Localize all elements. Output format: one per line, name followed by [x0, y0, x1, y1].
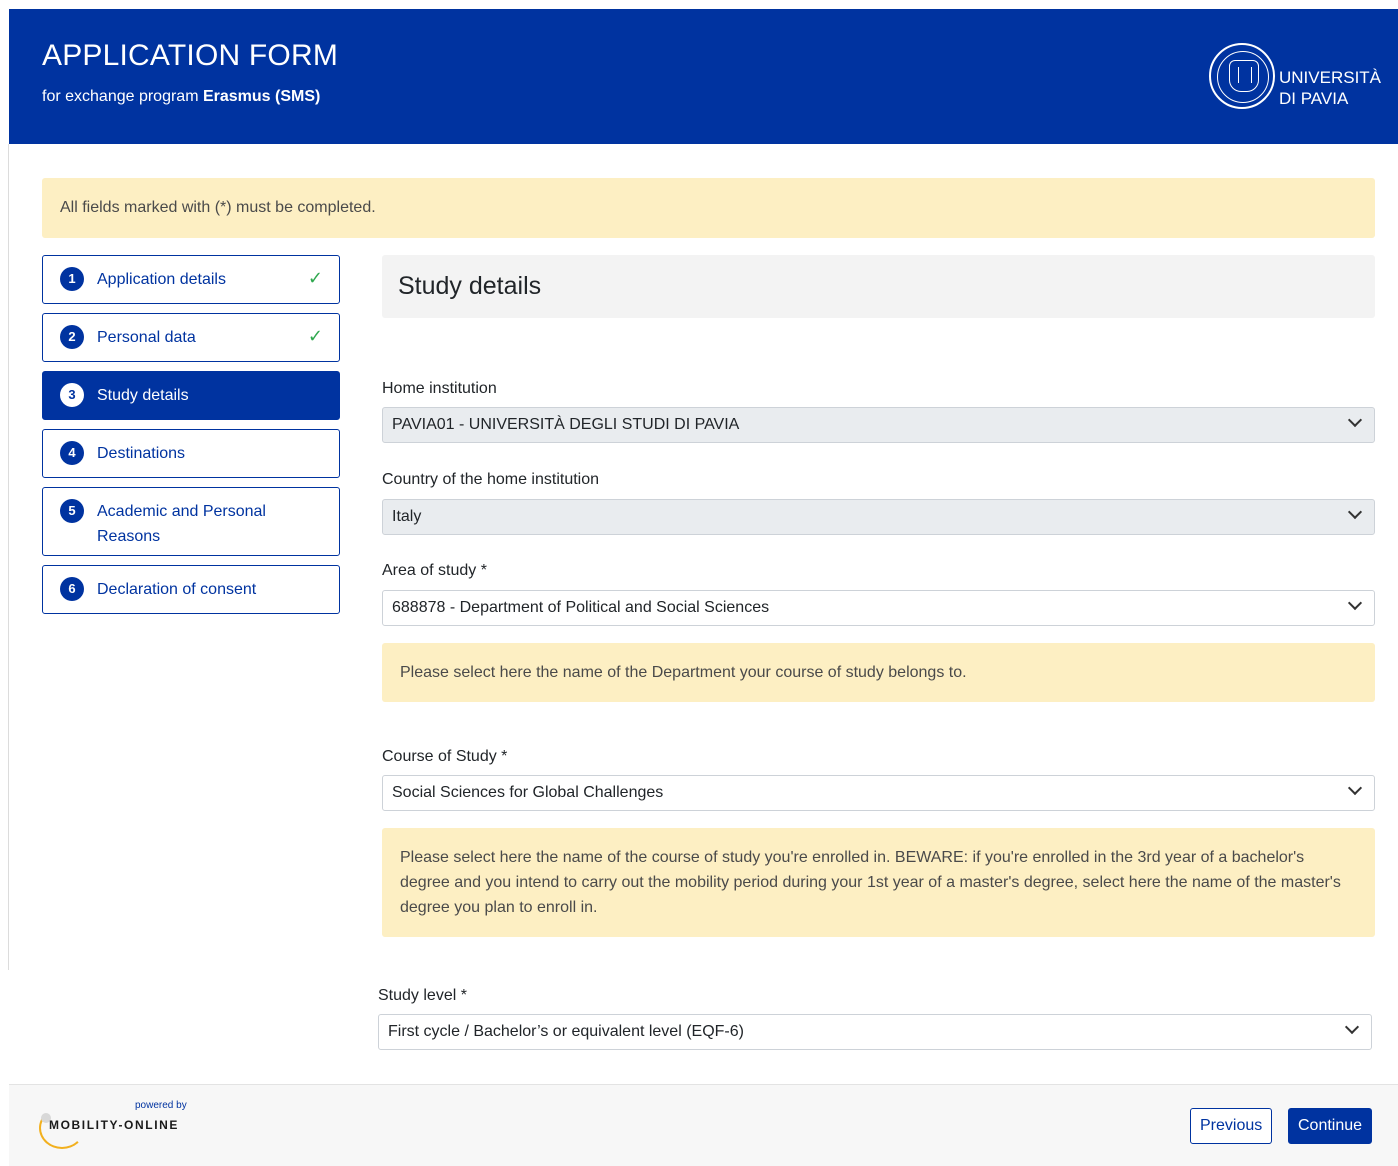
- step-label: Personal data: [97, 329, 196, 346]
- country-select[interactable]: Italy: [382, 499, 1375, 535]
- subtitle-prefix: for exchange program: [42, 88, 203, 105]
- powered-by-text: powered by: [135, 1100, 187, 1111]
- continue-button[interactable]: Continue: [1288, 1108, 1372, 1144]
- logo-text-line2: DI PAVIA: [1279, 89, 1349, 108]
- step-navigation: 1 Application details ✓ 2 Personal data …: [42, 255, 340, 623]
- check-icon: ✓: [307, 326, 323, 346]
- chevron-down-icon: [1347, 780, 1363, 796]
- course-of-study-select[interactable]: Social Sciences for Global Challenges: [382, 775, 1375, 811]
- study-level-label: Study level *: [378, 987, 467, 1004]
- step-personal-data[interactable]: 2 Personal data ✓: [42, 313, 340, 362]
- step-study-details[interactable]: 3 Study details: [42, 371, 340, 420]
- step-number: 5: [60, 499, 84, 523]
- country-label: Country of the home institution: [382, 471, 600, 488]
- step-number: 2: [60, 325, 84, 349]
- country-value: Italy: [392, 508, 422, 525]
- step-number: 6: [60, 577, 84, 601]
- step-declaration-of-consent[interactable]: 6 Declaration of consent: [42, 565, 340, 614]
- check-icon: ✓: [307, 268, 323, 288]
- chevron-down-icon: [1344, 1019, 1360, 1035]
- home-institution-select[interactable]: PAVIA01 - UNIVERSITÀ DEGLI STUDI DI PAVI…: [382, 407, 1375, 443]
- university-seal-icon: [1209, 43, 1275, 109]
- step-academic-personal-reasons[interactable]: 5 Academic and Personal Reasons: [42, 487, 340, 556]
- area-of-study-label: Area of study *: [382, 562, 487, 579]
- chevron-down-icon: [1347, 412, 1363, 428]
- brand-text: MOBILITY-ONLINE: [49, 1118, 179, 1132]
- step-label: Academic and Personal Reasons: [97, 503, 266, 545]
- page-title: APPLICATION FORM: [42, 39, 339, 72]
- step-number: 4: [60, 441, 84, 465]
- area-of-study-value: 688878 - Department of Political and Soc…: [392, 599, 770, 616]
- page-subtitle: for exchange program Erasmus (SMS): [42, 88, 320, 106]
- chevron-down-icon: [1347, 595, 1363, 611]
- page-footer: powered by MOBILITY-ONLINE Previous Cont…: [9, 1084, 1398, 1166]
- home-institution-value: PAVIA01 - UNIVERSITÀ DEGLI STUDI DI PAVI…: [392, 416, 740, 433]
- step-application-details[interactable]: 1 Application details ✓: [42, 255, 340, 304]
- university-logo: UNIVERSITÀ DI PAVIA: [1209, 43, 1389, 113]
- section-title: Study details: [382, 255, 1375, 318]
- home-institution-label: Home institution: [382, 380, 497, 397]
- study-level-select[interactable]: First cycle / Bachelor’s or equivalent l…: [378, 1014, 1372, 1050]
- step-destinations[interactable]: 4 Destinations: [42, 429, 340, 478]
- area-of-study-select[interactable]: 688878 - Department of Political and Soc…: [382, 590, 1375, 626]
- course-of-study-value: Social Sciences for Global Challenges: [392, 784, 664, 801]
- step-label: Declaration of consent: [97, 581, 257, 598]
- previous-button[interactable]: Previous: [1190, 1108, 1272, 1144]
- course-of-study-hint: Please select here the name of the cours…: [382, 828, 1375, 937]
- step-number: 3: [60, 383, 84, 407]
- required-fields-notice: All fields marked with (*) must be compl…: [42, 178, 1375, 238]
- mobility-online-logo: powered by MOBILITY-ONLINE: [39, 1099, 209, 1149]
- step-label: Destinations: [97, 445, 186, 462]
- step-label: Study details: [97, 387, 189, 404]
- page-left-border: [8, 144, 9, 970]
- course-of-study-label: Course of Study *: [382, 748, 508, 765]
- step-label: Application details: [97, 271, 226, 288]
- step-number: 1: [60, 267, 84, 291]
- area-of-study-hint: Please select here the name of the Depar…: [382, 643, 1375, 702]
- program-name: Erasmus (SMS): [202, 88, 321, 105]
- page-header: APPLICATION FORM for exchange program Er…: [9, 9, 1398, 144]
- chevron-down-icon: [1347, 504, 1363, 520]
- logo-text-line1: UNIVERSITÀ: [1279, 68, 1382, 87]
- study-details-section: Study details: [382, 255, 1375, 318]
- study-level-value: First cycle / Bachelor’s or equivalent l…: [388, 1023, 744, 1040]
